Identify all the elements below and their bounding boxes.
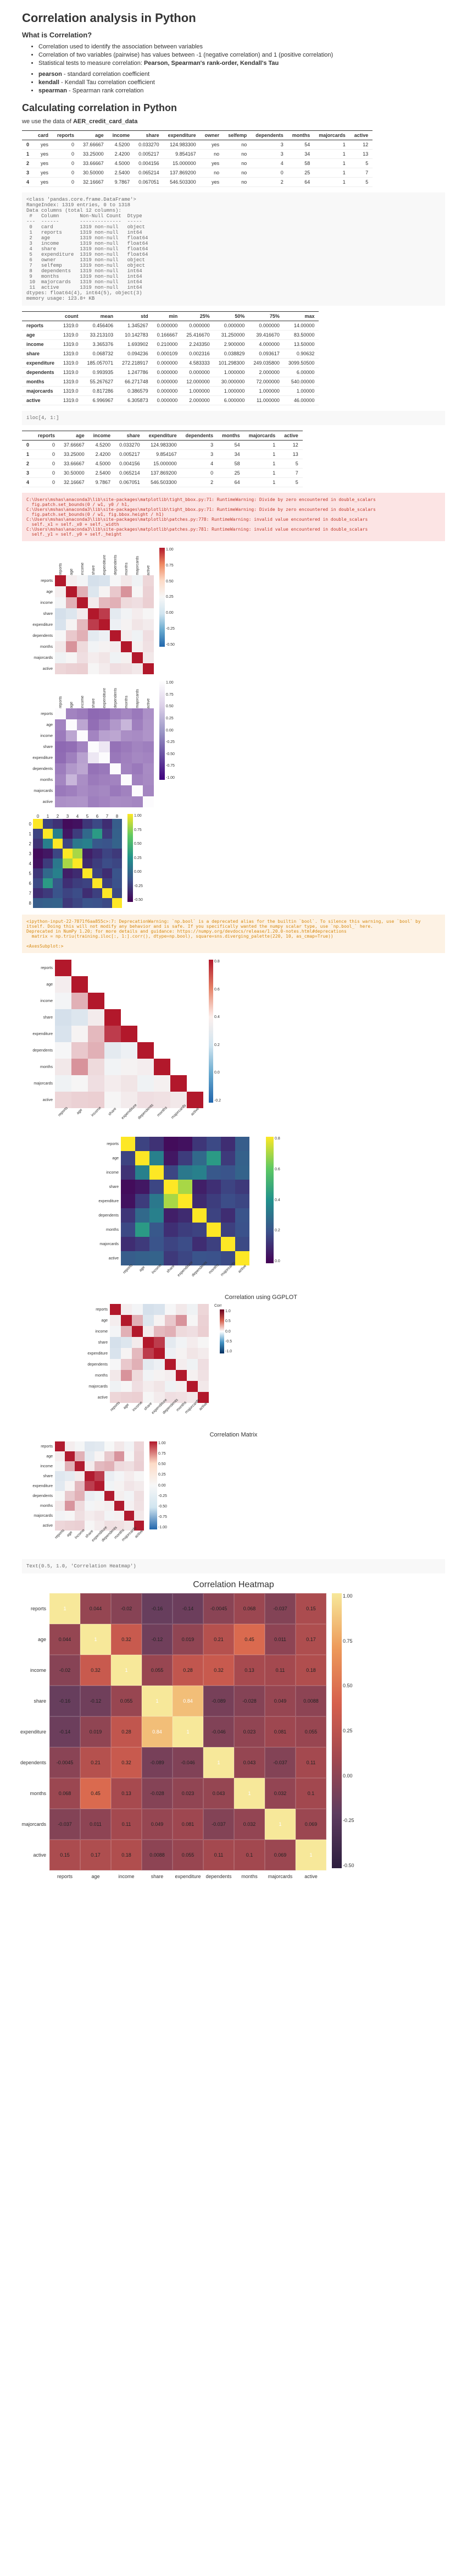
head-table: cardreportsageincomeshareexpenditureowne… <box>22 130 373 187</box>
page-title: Correlation analysis in Python <box>22 11 445 25</box>
deprecation-warning: <ipython-input-22-7871f6aa855c>:7: Depre… <box>22 915 445 953</box>
viridis-matrix: reportsageincomeshareexpendituredependen… <box>88 1137 445 1287</box>
method-list: pearson - standard correlation coefficie… <box>38 71 445 94</box>
big-heatmap: Correlation Heatmap reports10.044-0.02-0… <box>22 1580 445 1879</box>
section-heading: What is Correlation? <box>22 31 445 39</box>
pair-matrix: 012345678012345678 1.000.750.500.250.00-… <box>22 814 445 908</box>
bullet-list: Correlation used to identify the associa… <box>38 43 445 67</box>
describe-table: countmeanstdmin25%50%75%maxreports1319.0… <box>22 311 319 405</box>
triangle-matrix: reportsageincomeshareexpendituredependen… <box>22 960 445 1130</box>
text-output: Text(0.5, 1.0, 'Correlation Heatmap') <box>22 1559 445 1573</box>
section-calc-heading: Calculating correlation in Python <box>22 102 445 114</box>
ggplot-matrix: Correlation using GGPLOT reportsageincom… <box>77 1294 445 1425</box>
warning-block: C:\Users\mshas\anaconda3\lib\site-packag… <box>22 493 445 541</box>
iloc-table: reportsageincomeshareexpendituredependen… <box>22 431 303 487</box>
iloc-label: iloc[4, 1:] <box>22 411 445 425</box>
corr-matrix-2: reportsageincomeshareexpendituredependen… <box>22 681 445 807</box>
corr-matrix-blue: Correlation Matrix reportsageincomeshare… <box>22 1432 445 1553</box>
info-output: <class 'pandas.core.frame.DataFrame'> Ra… <box>22 192 445 306</box>
corr-matrix-1: reportsageincomeshareexpendituredependen… <box>22 548 445 674</box>
